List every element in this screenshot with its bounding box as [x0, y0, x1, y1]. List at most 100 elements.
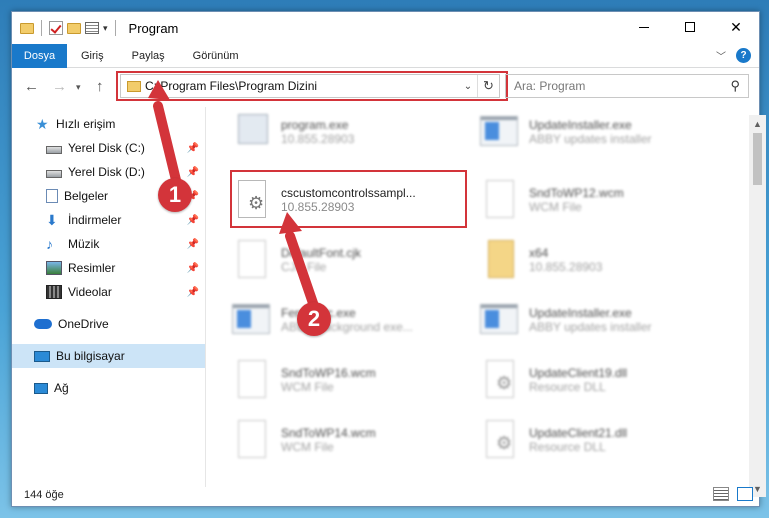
tab-home[interactable]: Giriş	[67, 44, 118, 68]
zip-folder-icon	[480, 238, 520, 282]
ribbon-right: ﹀ ?	[716, 48, 751, 63]
sidebar-item-label: Hızlı erişim	[56, 117, 116, 131]
tab-view[interactable]: Görünüm	[179, 44, 253, 68]
sidebar-item-label: Belgeler	[64, 189, 109, 203]
sidebar-item-pictures[interactable]: Resimler 📌	[12, 256, 205, 280]
status-bar: 144 öğe	[12, 484, 759, 506]
item-count: 144 öğe	[24, 489, 64, 501]
videos-icon	[46, 285, 62, 299]
exe-icon	[232, 110, 272, 154]
back-arrow-icon[interactable]: ←	[24, 78, 39, 95]
file-tile[interactable]: x64 10.855.28903	[465, 232, 705, 288]
sidebar-item-label: Resimler	[68, 261, 116, 275]
minimize-icon	[639, 26, 649, 28]
sidebar-item-label: Videolar	[68, 285, 112, 299]
navigation-bar: ← → ▾ ↑ C:\Program Files\Program Dizini …	[12, 71, 759, 102]
up-arrow-icon[interactable]: ↑	[96, 78, 104, 95]
tab-share[interactable]: Paylaş	[118, 44, 179, 68]
sidebar-item-network[interactable]: Ağ	[12, 376, 205, 400]
file-description: WCM File	[281, 380, 334, 394]
blank-file-icon	[232, 418, 272, 462]
pin-icon[interactable]: 📌	[187, 287, 199, 298]
sidebar-item-label: OneDrive	[58, 317, 109, 331]
sidebar-item-onedrive[interactable]: OneDrive	[12, 312, 205, 336]
file-description: CJK File	[281, 260, 327, 274]
sidebar-item-videos[interactable]: Videolar 📌	[12, 280, 205, 304]
file-tile[interactable]: UpdateInstaller.exe ABBY updates installe…	[465, 292, 705, 348]
file-name: UpdateInstaller.exe	[529, 306, 632, 320]
step-badge-2: 2	[297, 302, 331, 336]
view-switcher	[713, 487, 753, 501]
file-description: WCM File	[281, 440, 334, 454]
scroll-up-icon[interactable]: ▲	[749, 115, 766, 132]
scroll-thumb[interactable]	[753, 133, 762, 185]
sidebar-item-quick-access[interactable]: ★ Hızlı erişim	[12, 112, 205, 136]
customize-toolbar-chevron-icon[interactable]: ▾	[103, 23, 108, 34]
pictures-icon	[46, 261, 62, 275]
properties-check-icon[interactable]	[49, 21, 63, 35]
star-icon: ★	[36, 116, 49, 132]
help-icon[interactable]: ?	[736, 48, 751, 63]
file-name: UpdateClient21.dll	[529, 426, 628, 440]
file-tile[interactable]: program.exe 10.855.28903	[217, 104, 457, 160]
file-list: program.exe 10.855.28903 UpdateInstaller.…	[217, 104, 739, 479]
minimize-button[interactable]	[621, 12, 667, 42]
title-bar: ▾ Program ✕	[12, 12, 759, 44]
file-description: 10.855.28903	[529, 260, 603, 274]
file-name: UpdateInstaller.exe	[529, 118, 632, 132]
expand-ribbon-chevron-icon[interactable]: ﹀	[716, 48, 726, 63]
file-tile[interactable]: FerriSpec.exeABBY Background exe...	[217, 292, 457, 348]
file-description: 10.855.28903	[281, 132, 355, 146]
pin-icon[interactable]: 📌	[187, 215, 199, 226]
pin-icon[interactable]: 📌	[187, 143, 199, 154]
sidebar-item-label: Ağ	[54, 381, 69, 395]
app-window-icon	[232, 298, 272, 342]
sidebar-item-music[interactable]: ♪ Müzik 📌	[12, 232, 205, 256]
cloud-icon	[34, 319, 52, 329]
blank-file-icon	[232, 238, 272, 282]
pane-divider[interactable]	[205, 107, 206, 487]
file-name: program.exe	[281, 118, 349, 132]
details-view-icon[interactable]	[713, 487, 729, 501]
sidebar-item-local-disk-c[interactable]: Yerel Disk (C:) 📌	[12, 136, 205, 160]
file-tile[interactable]: UpdateClient19.dllResource DLL	[465, 352, 705, 408]
properties-icon[interactable]	[85, 22, 99, 34]
file-tile[interactable]: SndToWP14.wcm WCM File	[217, 412, 457, 468]
step-badge-1: 1	[158, 178, 192, 212]
file-description: ABBY updates installer	[529, 132, 652, 146]
file-tile[interactable]: SndToWP12.wcm WCM File	[465, 172, 705, 228]
maximize-button[interactable]	[667, 12, 713, 42]
sidebar-item-label: Bu bilgisayar	[56, 349, 125, 363]
pin-icon[interactable]: 📌	[187, 239, 199, 250]
file-name: SndToWP14.wcm	[281, 426, 376, 440]
sidebar-item-this-pc[interactable]: Bu bilgisayar	[12, 344, 205, 368]
file-tile[interactable]: UpdateInstaller.exe ABBY updates installe…	[465, 104, 705, 160]
dll-gear-icon	[480, 418, 520, 462]
documents-icon	[46, 189, 58, 203]
app-window-icon	[480, 298, 520, 342]
file-tile[interactable]: SndToWP16.wcm WCM File	[217, 352, 457, 408]
vertical-scrollbar[interactable]: ▲ ▼	[749, 115, 766, 497]
forward-arrow-icon[interactable]: →	[52, 78, 67, 95]
pin-icon[interactable]: 📌	[187, 263, 199, 274]
file-tile[interactable]: UpdateClient21.dllResource DLL	[465, 412, 705, 468]
file-tile[interactable]: DefaultFont.cjk CJK File	[217, 232, 457, 288]
close-button[interactable]: ✕	[713, 12, 759, 42]
drive-icon	[46, 169, 62, 178]
dll-gear-icon	[480, 358, 520, 402]
pin-icon[interactable]: 📌	[187, 167, 199, 178]
tiles-view-icon[interactable]	[737, 487, 753, 501]
sidebar-item-label: Yerel Disk (C:)	[68, 141, 145, 155]
download-icon: ⬇	[46, 212, 58, 228]
folder-icon	[20, 22, 34, 34]
music-icon: ♪	[46, 236, 53, 252]
new-folder-icon[interactable]	[67, 22, 81, 34]
maximize-icon	[685, 22, 695, 32]
search-input[interactable]: Ara: Program ⚲	[505, 74, 749, 98]
drive-icon	[46, 145, 62, 154]
file-name: x64	[529, 246, 549, 260]
recent-locations-chevron-icon[interactable]: ▾	[76, 82, 81, 93]
sidebar-item-label: İndirmeler	[68, 213, 122, 227]
tab-file[interactable]: Dosya	[12, 43, 67, 68]
search-icon[interactable]: ⚲	[730, 78, 740, 94]
